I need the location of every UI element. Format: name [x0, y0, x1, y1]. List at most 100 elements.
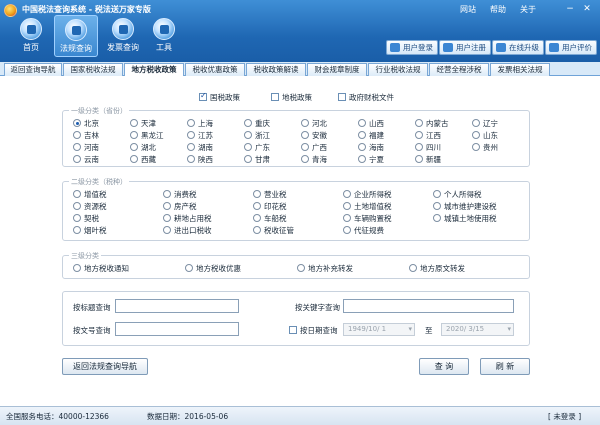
tab-tax-incentives[interactable]: 税收优惠政策 [185, 63, 245, 76]
user-register-button[interactable]: 用户注册 [439, 40, 491, 55]
nav-law-query-button[interactable]: 法规查询 [54, 15, 98, 57]
date-to-picker[interactable]: 2020/ 3/15 ▾ [441, 323, 514, 336]
province-radio[interactable] [130, 143, 138, 151]
province-radio[interactable] [415, 155, 423, 163]
online-upgrade-button[interactable]: 在线升级 [492, 40, 544, 55]
tax-type-radio[interactable] [163, 214, 171, 222]
title-search-input[interactable] [115, 299, 239, 313]
minimize-button[interactable]: − [563, 3, 577, 15]
province-radio[interactable] [415, 131, 423, 139]
province-radio[interactable] [472, 143, 480, 151]
province-radio[interactable] [415, 119, 423, 127]
tax-type-radio[interactable] [343, 190, 351, 198]
tab-invoice-regulations[interactable]: 发票相关法规 [490, 63, 550, 76]
national-tax-checkbox[interactable] [199, 91, 207, 101]
back-to-query-navigation-button[interactable]: 返回法规查询导航 [62, 358, 148, 375]
province-radio[interactable] [244, 131, 252, 139]
province-radio[interactable] [415, 143, 423, 151]
province-radio[interactable] [130, 119, 138, 127]
province-radio[interactable] [301, 143, 309, 151]
tax-type-radio[interactable] [253, 214, 261, 222]
province-radio[interactable] [472, 119, 480, 127]
date-from-dropdown-icon: ▾ [408, 325, 412, 333]
tab-accounting-rules[interactable]: 财会规章制度 [307, 63, 367, 76]
province-radio[interactable] [187, 119, 195, 127]
refresh-button[interactable]: 刷 新 [480, 358, 530, 375]
keyword-search-input[interactable] [343, 299, 514, 313]
province-radio[interactable] [130, 131, 138, 139]
province-radio[interactable] [187, 155, 195, 163]
province-label: 青海 [312, 155, 327, 164]
tax-type-radio[interactable] [433, 202, 441, 210]
data-date: 数据日期：2016-05-06 [147, 412, 229, 421]
help-link[interactable]: 帮助 [490, 4, 506, 15]
tax-type-radio[interactable] [253, 226, 261, 234]
province-radio[interactable] [244, 143, 252, 151]
about-link[interactable]: 关于 [520, 4, 536, 15]
tax-type-radio[interactable] [253, 190, 261, 198]
user-login-button[interactable]: 用户登录 [386, 40, 438, 55]
province-radio[interactable] [358, 143, 366, 151]
level3-category-radio[interactable] [73, 264, 81, 272]
province-radio[interactable] [244, 155, 252, 163]
level3-category-radio[interactable] [185, 264, 193, 272]
tab-local-tax-policy[interactable]: 地方税收政策 [124, 63, 184, 77]
province-radio[interactable] [301, 155, 309, 163]
tax-type-label: 营业税 [264, 190, 287, 199]
tax-type-radio[interactable] [343, 214, 351, 222]
tax-type-radio[interactable] [163, 226, 171, 234]
province-radio[interactable] [472, 131, 480, 139]
level3-category-radio[interactable] [409, 264, 417, 272]
province-radio[interactable] [187, 131, 195, 139]
province-radio[interactable] [244, 119, 252, 127]
tax-type-radio[interactable] [433, 214, 441, 222]
level3-category-radio[interactable] [297, 264, 305, 272]
nav-invoice-query-button[interactable]: 发票查询 [101, 15, 145, 57]
user-review-button[interactable]: 用户评价 [545, 40, 597, 55]
province-radio[interactable] [301, 119, 309, 127]
website-link[interactable]: 网站 [460, 4, 476, 15]
nav-home-button[interactable]: 首页 [9, 15, 53, 57]
tab-back-to-navigation[interactable]: 返回查询导航 [4, 63, 62, 76]
query-button[interactable]: 查 询 [419, 358, 469, 375]
date-search-checkbox[interactable] [289, 326, 297, 334]
local-tax-checkbox[interactable] [271, 93, 279, 101]
tax-type-radio[interactable] [433, 190, 441, 198]
province-radio[interactable] [73, 155, 81, 163]
tax-type-radio[interactable] [73, 202, 81, 210]
tax-type-radio[interactable] [343, 226, 351, 234]
tax-type-radio[interactable] [343, 202, 351, 210]
date-from-picker[interactable]: 1949/10/ 1 ▾ [343, 323, 415, 336]
tab-business-tax-process[interactable]: 经营全程涉税 [429, 63, 489, 76]
province-label: 河北 [312, 119, 327, 128]
province-radio[interactable] [187, 143, 195, 151]
nav-tools-button[interactable]: 工具 [142, 15, 186, 57]
province-label: 山东 [483, 131, 498, 140]
province-radio[interactable] [73, 131, 81, 139]
province-label: 广东 [255, 143, 270, 152]
tab-industry-tax-laws[interactable]: 行业税收法规 [368, 63, 428, 76]
province-radio[interactable] [358, 155, 366, 163]
login-status: [ 未登录 ] [548, 412, 582, 421]
province-radio[interactable] [73, 143, 81, 151]
tab-policy-interpretation[interactable]: 税收政策解读 [246, 63, 306, 76]
province-radio[interactable] [358, 119, 366, 127]
tax-type-radio[interactable] [73, 190, 81, 198]
tab-national-tax-laws[interactable]: 国家税收法规 [63, 63, 123, 76]
tax-type-label: 印花税 [264, 202, 287, 211]
province-radio[interactable] [73, 119, 81, 127]
province-radio[interactable] [130, 155, 138, 163]
province-label: 浙江 [255, 131, 270, 140]
tax-type-radio[interactable] [73, 214, 81, 222]
province-radio[interactable] [358, 131, 366, 139]
close-button[interactable]: ✕ [580, 3, 594, 15]
tax-type-radio[interactable] [163, 190, 171, 198]
tax-type-radio[interactable] [163, 202, 171, 210]
docno-search-input[interactable] [115, 322, 239, 336]
tax-type-radio[interactable] [73, 226, 81, 234]
gov-finance-doc-checkbox[interactable] [338, 93, 346, 101]
keyword-search-label: 按关键字查询 [295, 303, 340, 312]
province-radio[interactable] [301, 131, 309, 139]
tax-type-label: 车辆购置税 [354, 214, 392, 223]
tax-type-radio[interactable] [253, 202, 261, 210]
